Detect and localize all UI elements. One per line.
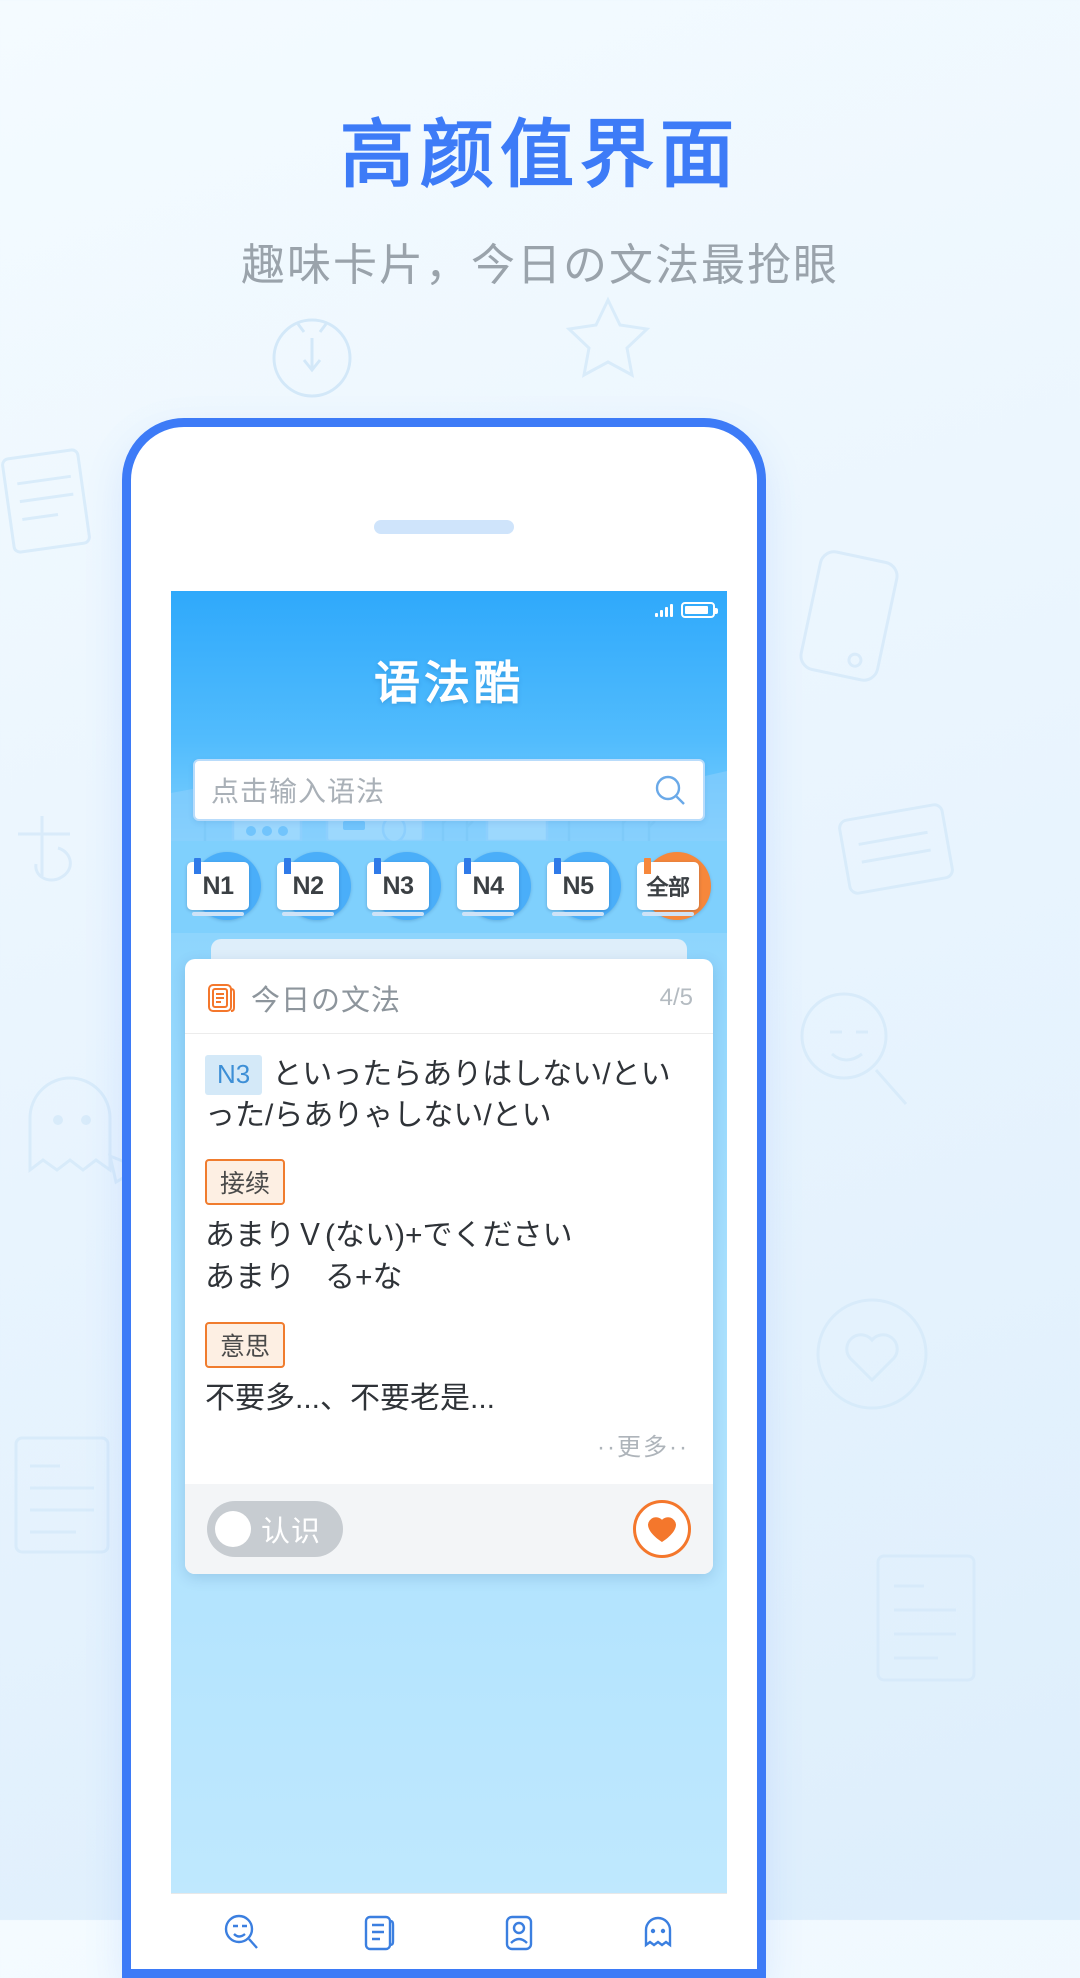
list-icon xyxy=(310,1908,449,1958)
search-container: 点击输入语法 xyxy=(193,759,705,821)
doodle-card-right xyxy=(830,790,970,910)
doodle-clock xyxy=(268,312,356,400)
search-placeholder: 点击输入语法 xyxy=(211,770,653,810)
search-icon[interactable] xyxy=(653,773,687,807)
doodle-kana-na xyxy=(2,800,98,900)
bottom-tab-bar: 搜索 专题 xyxy=(171,1893,727,1978)
chip-label: N1 xyxy=(187,862,249,910)
favorite-button[interactable] xyxy=(633,1500,691,1558)
doodle-paper-left xyxy=(0,1420,130,1570)
tab-learn-with-teacher[interactable]: 跟老师学 xyxy=(449,1908,588,1978)
page-subtitle: 趣味卡片，今日の文法最抢眼 xyxy=(0,240,1080,293)
doodle-phone-right xyxy=(790,540,910,690)
chip-label: N3 xyxy=(367,862,429,910)
doodle-magnifier-right xyxy=(786,980,922,1120)
grammar-card[interactable]: 今日の文法 4/5 N3といったらありはしない/といった/らありゃしない/とい … xyxy=(185,959,713,1574)
page-title: 高颜值界面 xyxy=(0,118,1080,192)
tab-label: 搜索 xyxy=(171,1964,310,1978)
content-area: 今日の文法 4/5 N3といったらありはしない/といった/らありゃしない/とい … xyxy=(171,933,727,1893)
document-icon xyxy=(205,981,239,1015)
section-line: 不要多...、不要老是... xyxy=(205,1378,693,1421)
card-counter: 4/5 xyxy=(660,984,693,1012)
card-body: N3といったらありはしない/といった/らありゃしない/とい 接续 あまりＶ(ない… xyxy=(185,1034,713,1484)
section-line: あまりＶ(ない)+でください xyxy=(205,1215,693,1258)
section-tag-imi: 意思 xyxy=(205,1322,285,1368)
chip-label: N4 xyxy=(457,862,519,910)
app-header: 语法酷 xyxy=(171,591,727,841)
heart-icon xyxy=(646,1514,678,1544)
search-input[interactable]: 点击输入语法 xyxy=(193,759,705,821)
chip-label: 全部 xyxy=(637,862,699,910)
app-screen: 语法酷 xyxy=(171,591,727,1978)
level-chip-n4[interactable]: N4 xyxy=(457,850,531,924)
tab-mine[interactable]: 我的 xyxy=(588,1908,727,1978)
signal-bars-icon xyxy=(655,603,673,617)
battery-icon xyxy=(681,602,715,618)
level-filter-bar: N1 N2 N3 N4 N5 全部 xyxy=(171,841,727,933)
level-chip-n3[interactable]: N3 xyxy=(367,850,441,924)
section-line: あまり る+な xyxy=(205,1257,693,1300)
teacher-icon xyxy=(449,1908,588,1958)
doodle-paper-right xyxy=(860,1540,1000,1700)
toggle-knob xyxy=(215,1511,251,1547)
card-header: 今日の文法 4/5 xyxy=(185,959,713,1034)
tab-label: 我的 xyxy=(588,1964,727,1978)
search-face-icon xyxy=(171,1908,310,1958)
phone-speaker xyxy=(374,520,514,534)
ghost-icon xyxy=(588,1908,727,1958)
chip-label: N5 xyxy=(547,862,609,910)
doodle-notebook-left xyxy=(0,440,104,560)
grammar-entry: N3といったらありはしない/といった/らありゃしない/とい xyxy=(205,1054,693,1137)
section-tag-setsuzoku: 接续 xyxy=(205,1159,285,1205)
doodle-star xyxy=(560,292,656,384)
doodle-heart-right xyxy=(800,1280,950,1430)
know-toggle[interactable]: 认识 xyxy=(207,1501,343,1557)
level-badge: N3 xyxy=(205,1055,262,1095)
status-bar xyxy=(655,599,715,621)
more-link[interactable]: ··更多·· xyxy=(205,1421,693,1476)
app-logo: 语法酷 xyxy=(171,647,727,713)
phone-mockup: 语法酷 xyxy=(122,418,766,1978)
know-label: 认识 xyxy=(261,1508,321,1550)
tab-topics[interactable]: 专题 xyxy=(310,1908,449,1978)
level-chip-all[interactable]: 全部 xyxy=(637,850,711,924)
card-footer: 认识 xyxy=(185,1484,713,1574)
level-chip-n5[interactable]: N5 xyxy=(547,850,621,924)
level-chip-n1[interactable]: N1 xyxy=(187,850,261,924)
tab-label: 跟老师学 xyxy=(449,1964,588,1978)
card-title: 今日の文法 xyxy=(251,977,660,1019)
tab-search[interactable]: 搜索 xyxy=(171,1908,310,1978)
tab-label: 专题 xyxy=(310,1964,449,1978)
level-chip-n2[interactable]: N2 xyxy=(277,850,351,924)
grammar-text: といったらありはしない/といった/らありゃしない/とい xyxy=(205,1058,671,1132)
chip-label: N2 xyxy=(277,862,339,910)
